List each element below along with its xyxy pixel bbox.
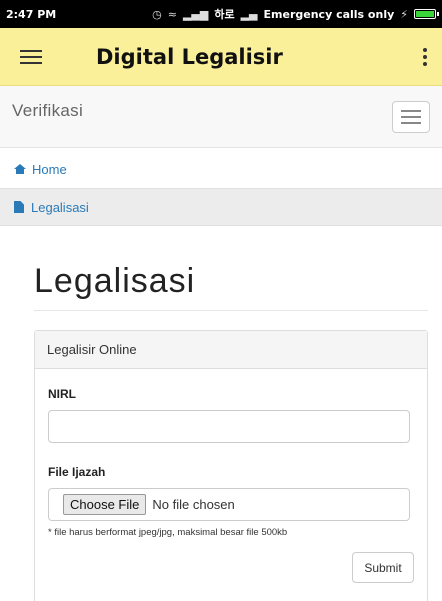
status-icons: ◷ ≈ ▂▄▆ 하로 ▂▄ Emergency calls only ⚡ <box>152 6 439 22</box>
navbar-brand[interactable]: Verifikasi <box>12 101 83 121</box>
nav-item-label: Home <box>32 161 67 177</box>
nav-item-label: Legalisasi <box>31 199 89 215</box>
file-ijazah-label: File Ijazah <box>48 465 106 479</box>
signal-text: 하로 <box>214 8 235 21</box>
nav-item-home[interactable]: Home <box>0 150 442 188</box>
menu-button[interactable] <box>0 46 62 68</box>
submit-button[interactable]: Submit <box>352 552 414 583</box>
app-title: Digital Legalisir <box>96 44 283 69</box>
nirl-input[interactable] <box>48 410 410 443</box>
panel-title: Legalisir Online <box>35 331 427 369</box>
alarm-icon: ◷ <box>152 7 162 21</box>
hamburger-icon <box>20 46 42 68</box>
page-title: Legalisasi <box>34 262 196 300</box>
nav-list: Home Legalisasi <box>0 150 442 226</box>
app-bar: Digital Legalisir <box>0 28 442 86</box>
nav-item-legalisasi[interactable]: Legalisasi <box>0 188 442 226</box>
file-status: No file chosen <box>152 497 235 512</box>
choose-file-button[interactable]: Choose File <box>63 494 147 515</box>
battery-icon <box>414 9 439 19</box>
status-bar: 2:47 PM ◷ ≈ ▂▄▆ 하로 ▂▄ Emergency calls on… <box>0 0 442 28</box>
panel-body: NIRL File Ijazah Choose File No file cho… <box>35 369 427 597</box>
overflow-menu-icon[interactable] <box>408 47 442 66</box>
divider <box>34 310 428 311</box>
file-input[interactable]: Choose File No file chosen <box>48 488 410 521</box>
file-icon <box>14 201 24 213</box>
form-panel: Legalisir Online NIRL File Ijazah Choose… <box>34 330 428 601</box>
signal-icon: ▂▄▆ <box>182 7 209 21</box>
charging-icon: ⚡ <box>400 7 408 21</box>
file-help-text: * file harus berformat jpeg/jpg, maksima… <box>48 527 288 538</box>
status-time: 2:47 PM <box>6 7 57 21</box>
carrier-text: Emergency calls only <box>263 7 395 21</box>
wifi-icon: ≈ <box>167 7 177 21</box>
navbar-toggle-button[interactable] <box>392 100 430 133</box>
nirl-label: NIRL <box>48 387 76 401</box>
navbar: Verifikasi <box>0 86 442 148</box>
home-icon <box>14 164 26 174</box>
signal-2-icon: ▂▄ <box>240 7 258 21</box>
